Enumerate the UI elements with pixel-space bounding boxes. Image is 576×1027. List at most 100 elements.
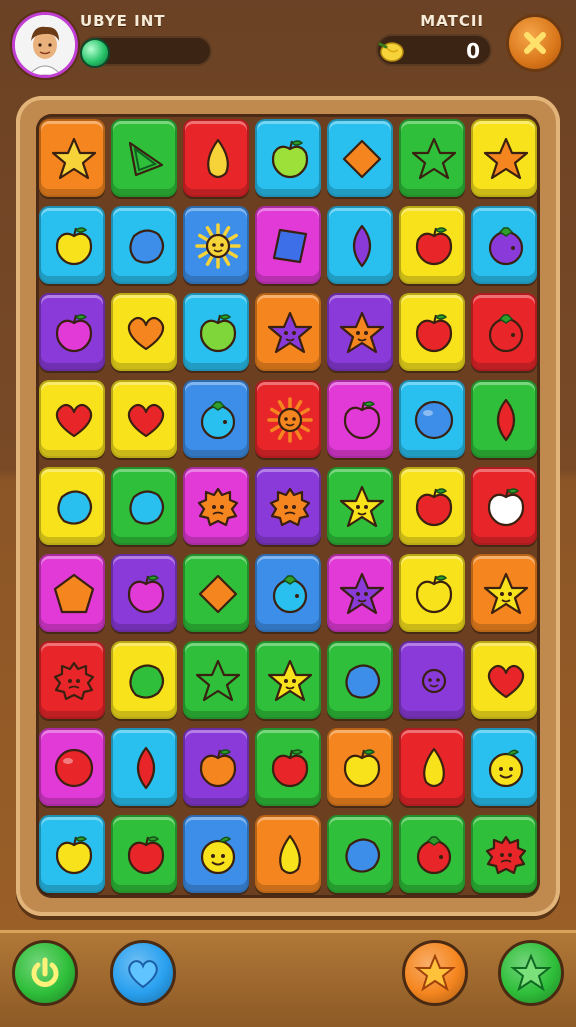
tile[interactable] xyxy=(399,641,465,720)
splat-icon xyxy=(197,487,239,527)
apple-icon xyxy=(415,226,453,265)
apple-icon xyxy=(271,139,309,178)
apple-icon xyxy=(127,575,165,614)
tile[interactable] xyxy=(183,379,249,458)
bottom-bar xyxy=(0,930,576,1027)
tile[interactable] xyxy=(183,554,249,633)
tile[interactable] xyxy=(471,205,537,284)
apple-icon xyxy=(55,836,93,875)
tile[interactable] xyxy=(399,379,465,458)
tile[interactable] xyxy=(255,554,321,633)
tile[interactable] xyxy=(255,815,321,894)
player-avatar[interactable] xyxy=(12,12,78,78)
power-button[interactable] xyxy=(12,940,78,1006)
tile[interactable] xyxy=(183,815,249,894)
tile[interactable] xyxy=(111,205,177,284)
face-icon xyxy=(488,750,524,788)
tile[interactable] xyxy=(399,205,465,284)
tile[interactable] xyxy=(255,379,321,458)
tile[interactable] xyxy=(327,467,393,545)
tile[interactable] xyxy=(471,118,537,197)
tile[interactable] xyxy=(111,554,177,633)
tile[interactable] xyxy=(183,292,249,371)
apple-icon xyxy=(199,314,237,352)
tile[interactable] xyxy=(39,205,105,284)
star-face-icon xyxy=(339,311,385,353)
blob-icon xyxy=(129,664,165,699)
tile[interactable] xyxy=(399,118,465,197)
tile[interactable] xyxy=(39,379,105,458)
tile[interactable] xyxy=(255,118,321,197)
tile[interactable] xyxy=(183,205,249,284)
apple-icon xyxy=(271,749,309,788)
apple-icon xyxy=(343,749,381,788)
close-button[interactable] xyxy=(506,14,564,72)
star-button[interactable] xyxy=(402,940,468,1006)
tile[interactable] xyxy=(471,728,537,807)
tile[interactable] xyxy=(111,118,177,197)
tile[interactable] xyxy=(399,728,465,807)
tile[interactable] xyxy=(39,815,105,894)
score-box: 0 xyxy=(376,34,492,66)
blob-icon xyxy=(345,838,381,874)
tile[interactable] xyxy=(327,728,393,807)
tile[interactable] xyxy=(327,379,393,458)
tile[interactable] xyxy=(111,379,177,458)
tile[interactable] xyxy=(471,554,537,633)
tile[interactable] xyxy=(471,379,537,458)
diamond-icon xyxy=(342,139,382,178)
blob-icon xyxy=(129,229,165,264)
tile[interactable] xyxy=(255,292,321,371)
tile[interactable] xyxy=(327,815,393,894)
tile[interactable] xyxy=(111,815,177,894)
tile[interactable] xyxy=(183,118,249,197)
tile[interactable] xyxy=(471,467,537,545)
heart-icon xyxy=(127,316,165,350)
ball-icon xyxy=(414,400,454,439)
tile[interactable] xyxy=(39,641,105,720)
tile[interactable] xyxy=(399,815,465,894)
tile[interactable] xyxy=(471,292,537,371)
tile[interactable] xyxy=(399,554,465,633)
apple-icon xyxy=(415,575,453,614)
game-board xyxy=(36,114,540,898)
tile[interactable] xyxy=(183,467,249,545)
tile[interactable] xyxy=(327,641,393,720)
tile[interactable] xyxy=(39,292,105,371)
ball-icon xyxy=(54,749,94,788)
face-icon xyxy=(200,837,236,875)
star-icon xyxy=(411,137,457,179)
tile[interactable] xyxy=(327,292,393,371)
blob-icon xyxy=(57,490,93,525)
apple-icon xyxy=(415,488,453,527)
tile[interactable] xyxy=(255,467,321,545)
tile[interactable] xyxy=(111,292,177,371)
tile[interactable] xyxy=(183,728,249,807)
drop-icon xyxy=(279,835,301,875)
tile[interactable] xyxy=(255,205,321,284)
star-face-icon xyxy=(339,485,385,528)
tile[interactable] xyxy=(39,554,105,633)
avatar-face-icon xyxy=(15,15,75,75)
tile[interactable] xyxy=(399,467,465,545)
tile[interactable] xyxy=(255,728,321,807)
tile[interactable] xyxy=(327,205,393,284)
tile[interactable] xyxy=(471,641,537,720)
tile[interactable] xyxy=(111,467,177,545)
tile[interactable] xyxy=(39,118,105,197)
tile[interactable] xyxy=(255,641,321,720)
tile[interactable] xyxy=(399,292,465,371)
star-face-icon xyxy=(267,311,313,353)
green-star-button[interactable] xyxy=(498,940,564,1006)
green-gem-icon xyxy=(80,38,110,68)
tile[interactable] xyxy=(183,641,249,720)
tile[interactable] xyxy=(39,728,105,807)
tile[interactable] xyxy=(471,815,537,894)
tile[interactable] xyxy=(327,554,393,633)
tile[interactable] xyxy=(111,728,177,807)
tile[interactable] xyxy=(39,467,105,545)
tile[interactable] xyxy=(111,641,177,720)
sun-icon xyxy=(267,397,313,443)
heart-button[interactable] xyxy=(110,940,176,1006)
tile[interactable] xyxy=(327,118,393,197)
